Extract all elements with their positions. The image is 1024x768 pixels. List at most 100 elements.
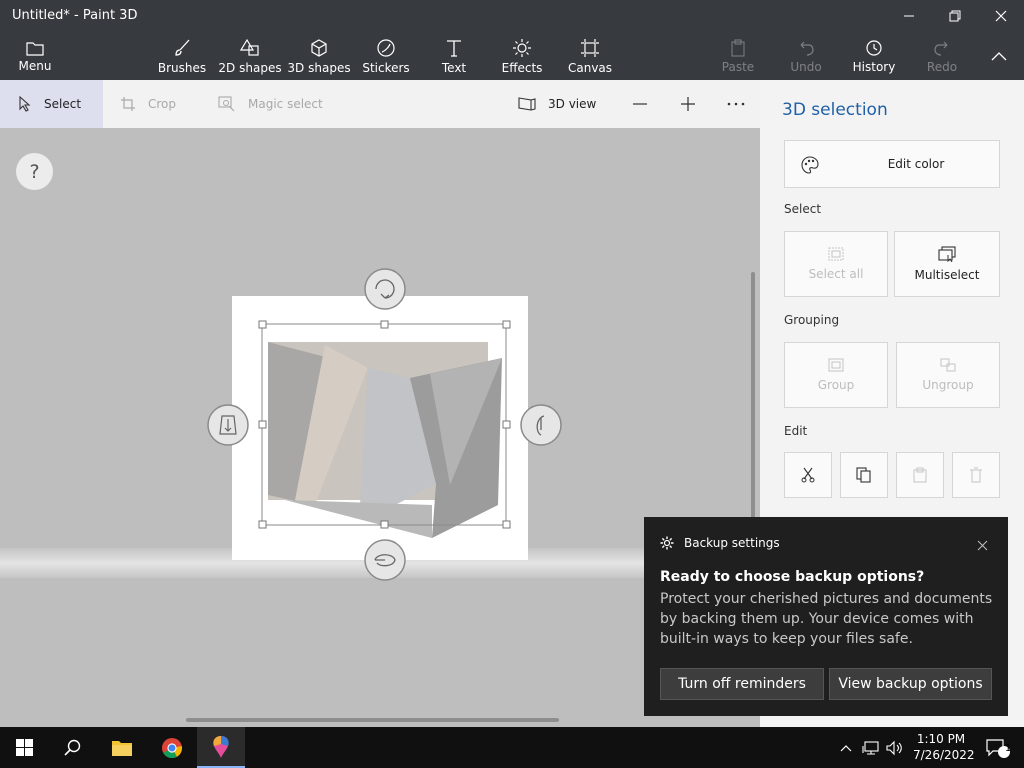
3d-object-selection[interactable] — [200, 260, 580, 590]
notification-count: 1 — [1004, 743, 1012, 754]
copy-button[interactable] — [840, 452, 888, 498]
3d-view-icon — [518, 96, 536, 112]
text-icon — [447, 39, 461, 57]
select-section-label: Select — [784, 202, 822, 216]
sticker-icon — [377, 38, 395, 57]
grouping-section-label: Grouping — [784, 313, 840, 327]
rotate-x-handle[interactable] — [364, 539, 406, 581]
folder-icon — [112, 740, 132, 756]
gear-icon — [660, 536, 674, 550]
collapse-ribbon-button[interactable] — [984, 32, 1014, 80]
notification-body: Protect your cherished pictures and docu… — [660, 591, 993, 647]
turn-off-reminders-button[interactable]: Turn off reminders — [660, 668, 824, 700]
delete-button[interactable] — [952, 452, 1000, 498]
action-center-button[interactable]: 1 — [978, 727, 1018, 768]
help-button[interactable]: ? — [16, 153, 53, 190]
clock-date: 7/26/2022 — [913, 748, 975, 762]
folder-icon — [26, 41, 44, 56]
history-button[interactable]: History — [852, 32, 896, 80]
close-button[interactable] — [978, 0, 1024, 32]
rotate-y-handle[interactable] — [520, 404, 562, 446]
plus-icon — [681, 97, 695, 111]
edit-section-label: Edit — [784, 424, 808, 438]
sun-icon — [513, 38, 531, 57]
group-button[interactable]: Group — [784, 342, 888, 408]
file-explorer-button[interactable] — [98, 727, 146, 768]
volume-button[interactable] — [884, 727, 906, 768]
ungroup-button[interactable]: Ungroup — [896, 342, 1000, 408]
cut-button[interactable] — [784, 452, 832, 498]
more-options-button[interactable] — [724, 80, 748, 128]
redo-button[interactable]: Redo — [924, 32, 960, 80]
start-button[interactable] — [0, 727, 48, 768]
minimize-button[interactable] — [886, 0, 932, 32]
3d-view-toggle[interactable]: 3D view — [518, 80, 598, 128]
panel-title: 3D selection — [782, 100, 888, 120]
text-button[interactable]: Text — [436, 32, 472, 80]
select-all-icon — [828, 247, 844, 261]
taskbar: 1:10 PM 7/26/2022 1 — [0, 727, 1024, 768]
stickers-button[interactable]: Stickers — [362, 32, 410, 80]
close-icon — [995, 10, 1007, 22]
rotate-z-handle[interactable] — [364, 268, 406, 310]
select-tool[interactable]: Select — [0, 80, 103, 128]
trash-icon — [970, 467, 982, 483]
redo-icon — [934, 41, 948, 56]
window-title: Untitled* - Paint 3D — [12, 8, 138, 23]
canvas-button[interactable]: Canvas — [568, 32, 612, 80]
paste-icon — [913, 467, 927, 483]
zoom-out-button[interactable] — [630, 80, 650, 128]
zoom-in-button[interactable] — [678, 80, 698, 128]
multiselect-icon — [938, 246, 956, 262]
brush-icon — [175, 39, 190, 56]
paint3d-taskbar-button[interactable] — [197, 727, 245, 768]
paint3d-icon — [213, 735, 229, 758]
cube-icon — [311, 38, 327, 57]
show-hidden-icons-button[interactable] — [836, 727, 856, 768]
cursor-arrow-icon — [18, 96, 32, 112]
notification-heading: Ready to choose backup options? — [660, 569, 925, 585]
search-icon — [63, 739, 80, 756]
search-button[interactable] — [48, 727, 96, 768]
tool-bar: Select Crop Magic select 3D view — [0, 80, 760, 128]
ribbon: Menu Brushes 2D shapes 3D shapes Sticker… — [0, 32, 1024, 80]
effects-button[interactable]: Effects — [502, 32, 542, 80]
edit-color-button[interactable]: Edit color — [784, 140, 1000, 188]
palette-icon — [801, 156, 819, 177]
crop-tool[interactable]: Crop — [120, 80, 190, 128]
undo-button[interactable]: Undo — [788, 32, 824, 80]
close-icon — [977, 540, 988, 551]
view-backup-options-button[interactable]: View backup options — [829, 668, 992, 700]
backup-notification[interactable]: Backup settings Ready to choose backup o… — [644, 517, 1008, 716]
group-icon — [828, 358, 844, 372]
copy-icon — [856, 467, 871, 483]
chrome-button[interactable] — [148, 727, 196, 768]
network-button[interactable] — [860, 727, 882, 768]
minimize-icon — [904, 15, 914, 17]
network-icon — [862, 740, 879, 755]
notification-close-button[interactable] — [977, 536, 988, 555]
3d-shapes-button[interactable]: 3D shapes — [287, 32, 351, 80]
horizontal-scrollbar[interactable] — [186, 718, 559, 722]
history-icon — [866, 39, 882, 56]
menu-button[interactable]: Menu — [14, 32, 56, 80]
2d-shapes-button[interactable]: 2D shapes — [218, 32, 282, 80]
clock-time: 1:10 PM — [916, 732, 966, 746]
system-clock[interactable]: 1:10 PM 7/26/2022 — [913, 731, 975, 763]
push-depth-handle[interactable] — [207, 404, 249, 446]
paste-panel-button[interactable] — [896, 452, 944, 498]
scissors-icon — [801, 467, 815, 483]
magic-select-tool[interactable]: Magic select — [218, 80, 328, 128]
vertical-scrollbar[interactable] — [751, 272, 755, 522]
chevron-up-icon — [991, 52, 1007, 61]
paste-button[interactable]: Paste — [720, 32, 756, 80]
title-bar: Untitled* - Paint 3D — [0, 0, 1024, 32]
multiselect-button[interactable]: Multiselect — [894, 231, 1000, 297]
paste-icon — [731, 39, 745, 56]
ungroup-icon — [940, 358, 956, 372]
magic-select-icon — [218, 96, 236, 112]
3d-model[interactable] — [268, 342, 502, 538]
restore-button[interactable] — [932, 0, 978, 32]
select-all-button[interactable]: Select all — [784, 231, 888, 297]
brushes-button[interactable]: Brushes — [158, 32, 206, 80]
